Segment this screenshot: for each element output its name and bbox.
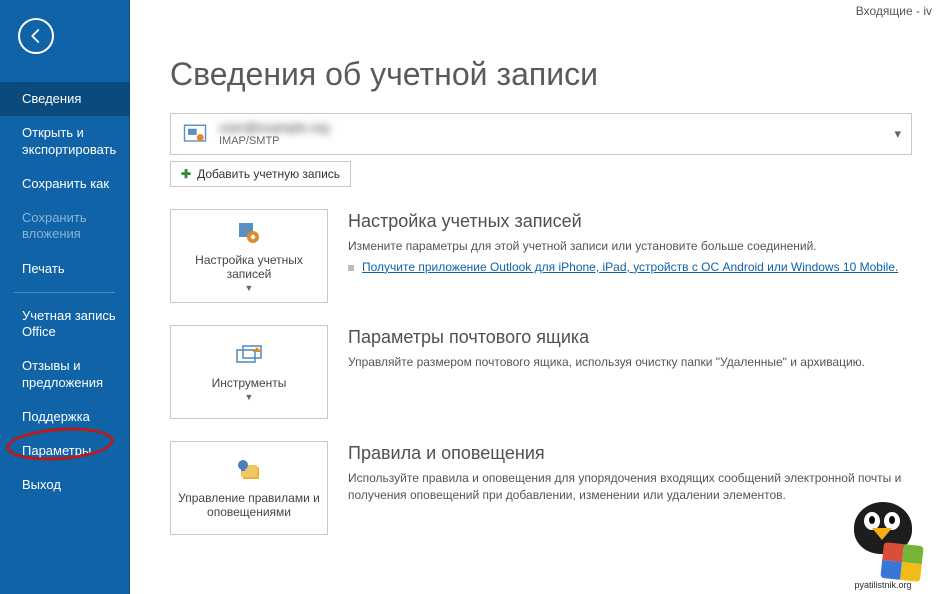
plus-icon: ✚ <box>181 167 191 181</box>
back-button[interactable] <box>18 18 54 54</box>
add-account-button[interactable]: ✚ Добавить учетную запись <box>170 161 351 187</box>
section-text: Измените параметры для этой учетной запи… <box>348 238 912 255</box>
sidebar-item-4[interactable]: Печать <box>0 252 129 286</box>
sidebar-item-9[interactable]: Выход <box>0 468 129 502</box>
account-selector[interactable]: user@example.org IMAP/SMTP ▾ <box>170 113 912 155</box>
tile-icon <box>233 342 265 370</box>
chevron-down-icon: ▼ <box>245 283 254 293</box>
tile-button-1[interactable]: Инструменты ▼ <box>170 325 328 419</box>
tile-label: Настройка учетных записей <box>177 253 321 281</box>
section-body: Параметры почтового ящика Управляйте разм… <box>348 325 912 419</box>
tile-icon <box>233 457 265 485</box>
sidebar-item-1[interactable]: Открыть и экспортировать <box>0 116 129 167</box>
sidebar-item-5[interactable]: Учетная запись Office <box>0 299 129 350</box>
section-2: Управление правилами и оповещениями Прави… <box>170 441 912 535</box>
section-link-row: Получите приложение Outlook для iPhone, … <box>348 259 912 276</box>
tile-button-0[interactable]: Настройка учетных записей ▼ <box>170 209 328 303</box>
mailbox-icon <box>181 120 209 148</box>
chevron-down-icon: ▾ <box>894 126 901 142</box>
tile-label: Инструменты <box>212 376 287 390</box>
nav-separator <box>14 292 115 293</box>
sidebar-item-7[interactable]: Поддержка <box>0 400 129 434</box>
section-heading: Правила и оповещения <box>348 443 912 464</box>
sidebar-item-0[interactable]: Сведения <box>0 82 129 116</box>
section-heading: Параметры почтового ящика <box>348 327 912 348</box>
back-arrow-icon <box>27 27 45 45</box>
section-heading: Настройка учетных записей <box>348 211 912 232</box>
sidebar-item-8[interactable]: Параметры <box>0 434 129 468</box>
tile-icon <box>233 219 265 247</box>
section-text: Управляйте размером почтового ящика, исп… <box>348 354 912 371</box>
tile-label: Управление правилами и оповещениями <box>177 491 321 519</box>
account-email: user@example.org <box>219 121 894 135</box>
chevron-down-icon: ▼ <box>245 392 254 402</box>
account-type: IMAP/SMTP <box>219 135 894 147</box>
section-0: Настройка учетных записей▼Настройка учет… <box>170 209 912 303</box>
tile-button-2[interactable]: Управление правилами и оповещениями <box>170 441 328 535</box>
backstage-sidebar: СведенияОткрыть и экспортироватьСохранит… <box>0 0 130 594</box>
account-info: user@example.org IMAP/SMTP <box>219 121 894 147</box>
sidebar-item-3: Сохранить вложения <box>0 201 129 252</box>
add-account-label: Добавить учетную запись <box>197 167 340 181</box>
page-title: Сведения об учетной записи <box>170 56 912 93</box>
section-body: Настройка учетных записей Измените параме… <box>348 209 912 303</box>
section-1: Инструменты ▼ Параметры почтового ящика Упр… <box>170 325 912 419</box>
main-content: Сведения об учетной записи user@example.… <box>130 0 936 594</box>
get-app-link[interactable]: Получите приложение Outlook для iPhone, … <box>362 260 898 274</box>
sidebar-item-2[interactable]: Сохранить как <box>0 167 129 201</box>
bullet-icon <box>348 265 354 271</box>
watermark-logo: pyatilistnik.org <box>838 498 928 588</box>
sidebar-item-6[interactable]: Отзывы и предложения <box>0 349 129 400</box>
section-text: Используйте правила и оповещения для упо… <box>348 470 912 504</box>
section-body: Правила и оповещения Используйте правила … <box>348 441 912 535</box>
watermark-url: pyatilistnik.org <box>838 580 928 590</box>
